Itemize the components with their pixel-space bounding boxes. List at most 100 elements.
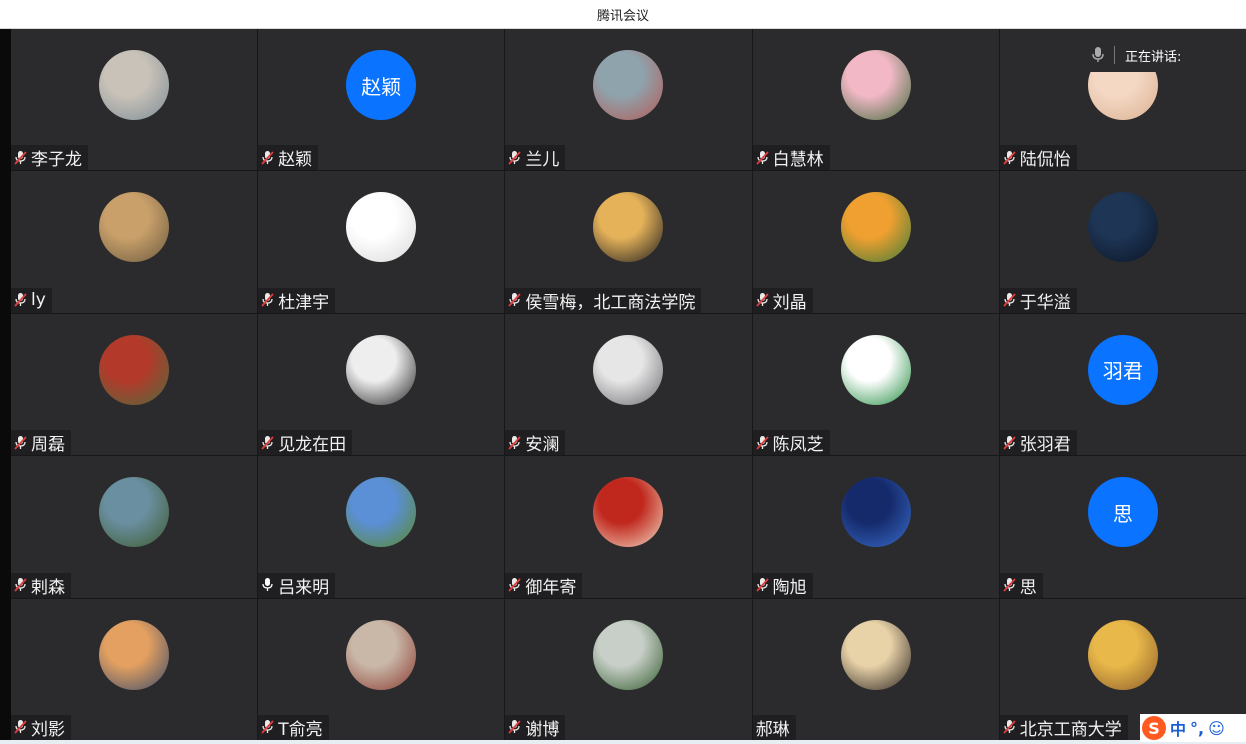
participant-tile[interactable]: 羽君张羽君: [999, 313, 1246, 456]
participant-tile[interactable]: 白慧林: [752, 29, 999, 171]
microphone-muted-icon: [508, 577, 525, 593]
bottom-strip: [0, 740, 1246, 744]
microphone-muted-icon: [755, 150, 773, 166]
microphone-muted-icon: [1003, 577, 1020, 593]
avatar-photo: [1087, 619, 1158, 690]
ime-punctuation-toggle[interactable]: °,: [1190, 719, 1204, 738]
name-tag: 思: [999, 572, 1043, 598]
microphone-muted-icon: [1003, 150, 1020, 166]
avatar-photo: [840, 619, 911, 690]
participant-tile[interactable]: 见龙在田: [258, 313, 505, 456]
name-tag: T俞亮: [258, 714, 329, 740]
participant-tile[interactable]: 兰儿: [505, 29, 752, 171]
name-tag: 于华溢: [999, 287, 1077, 313]
participant-tile[interactable]: 吕来明: [258, 456, 505, 598]
microphone-icon: [261, 577, 278, 593]
participant-tile[interactable]: 剌森: [11, 456, 258, 598]
name-tag: 剌森: [11, 572, 71, 598]
avatar-photo: [840, 334, 911, 405]
name-tag: 陆侃怡: [999, 145, 1077, 171]
name-tag: 周磊: [11, 430, 71, 456]
participant-name: 谢博: [525, 719, 560, 740]
name-tag: 北京工商大学: [999, 714, 1128, 740]
participant-name: 刘晶: [772, 292, 807, 313]
participant-name: 侯雪梅，北工商法学院: [525, 292, 696, 313]
avatar-photo: [346, 192, 417, 263]
window-title: 腾讯会议: [596, 8, 649, 24]
participant-name: 白慧林: [772, 150, 824, 171]
participant-name: T俞亮: [278, 719, 323, 740]
ime-emoji-icon[interactable]: ☺: [1208, 719, 1225, 738]
avatar-photo: [346, 477, 417, 548]
participant-name: 张羽君: [1019, 435, 1071, 456]
microphone-muted-icon: [14, 150, 31, 166]
participant-name: ly: [31, 290, 46, 311]
participant-name: 思: [1019, 577, 1037, 598]
participant-name: 吕来明: [278, 577, 330, 598]
participant-tile[interactable]: 周磊: [11, 313, 258, 456]
participant-tile[interactable]: 赵颖 赵颖: [258, 29, 505, 171]
speaking-indicator: 正在讲话:: [1076, 38, 1226, 72]
avatar-photo: [840, 192, 911, 263]
name-tag: 陶旭: [752, 572, 813, 598]
participant-tile[interactable]: 刘晶: [752, 171, 999, 313]
participant-name: 陶旭: [772, 577, 807, 598]
avatar-photo: [346, 619, 417, 690]
ime-toolbar[interactable]: S 中 °, ☺: [1140, 714, 1246, 742]
participant-name: 郝琳: [755, 719, 790, 740]
participant-tile[interactable]: 刘影: [11, 598, 258, 740]
microphone-muted-icon: [508, 292, 525, 308]
microphone-muted-icon: [508, 150, 525, 166]
participant-tile[interactable]: 安澜: [505, 313, 752, 456]
name-tag: 兰儿: [505, 145, 566, 171]
microphone-muted-icon: [261, 292, 278, 308]
speaking-label: 正在讲话:: [1125, 49, 1182, 65]
name-tag: 郝琳: [752, 714, 796, 740]
participant-tile[interactable]: 陶旭: [752, 456, 999, 598]
participant-grid: 李子龙 赵颖 赵颖 兰儿 白慧林 陆侃怡 ly 杜津宇 侯雪梅，北工商法学院 刘晶 于华溢周磊 见龙在…: [11, 29, 1246, 740]
participant-tile[interactable]: 于华溢: [999, 171, 1246, 313]
ime-mode-toggle[interactable]: 中: [1170, 716, 1186, 740]
name-tag: 张羽君: [999, 430, 1077, 456]
avatar-photo: [593, 619, 664, 690]
left-edge-strip: [0, 29, 11, 744]
name-tag: 杜津宇: [258, 287, 336, 313]
microphone-muted-icon: [1003, 719, 1020, 735]
participant-tile[interactable]: 思思: [999, 456, 1246, 598]
avatar-photo: [99, 192, 170, 263]
participant-name: 刘影: [31, 719, 65, 740]
microphone-muted-icon: [1003, 292, 1020, 308]
avatar-initials: 羽君: [1087, 334, 1158, 405]
name-tag: 侯雪梅，北工商法学院: [505, 287, 702, 313]
avatar-photo: [99, 334, 170, 405]
avatar-photo: [593, 192, 664, 263]
participant-name: 剌森: [31, 577, 65, 598]
microphone-muted-icon: [14, 292, 31, 308]
microphone-muted-icon: [755, 577, 773, 593]
participant-tile[interactable]: 李子龙: [11, 29, 258, 171]
name-tag: 刘影: [11, 714, 71, 740]
participant-name: 兰儿: [525, 150, 560, 171]
microphone-muted-icon: [755, 435, 773, 451]
title-bar: 腾讯会议: [0, 0, 1246, 29]
avatar-photo: [840, 477, 911, 548]
name-tag: 李子龙: [11, 145, 88, 171]
avatar-initials: 赵颖: [346, 50, 417, 120]
participant-tile[interactable]: 御年寄: [505, 456, 752, 598]
participant-tile[interactable]: 杜津宇: [258, 171, 505, 313]
participant-tile[interactable]: 陈凤芝: [752, 313, 999, 456]
participant-tile[interactable]: 谢博: [505, 598, 752, 740]
sogou-logo-icon[interactable]: S: [1142, 716, 1166, 740]
participant-tile[interactable]: ly: [11, 171, 258, 313]
participant-name: 御年寄: [525, 577, 577, 598]
avatar-photo: [1087, 192, 1158, 263]
participant-name: 李子龙: [31, 150, 82, 171]
microphone-muted-icon: [261, 435, 278, 451]
participant-tile[interactable]: 郝琳: [752, 598, 999, 740]
participant-name: 见龙在田: [278, 435, 347, 456]
participant-name: 陈凤芝: [772, 435, 824, 456]
name-tag: 陈凤芝: [752, 430, 830, 456]
microphone-icon: [1092, 47, 1104, 62]
participant-tile[interactable]: 侯雪梅，北工商法学院: [505, 171, 752, 313]
participant-tile[interactable]: T俞亮: [258, 598, 505, 740]
